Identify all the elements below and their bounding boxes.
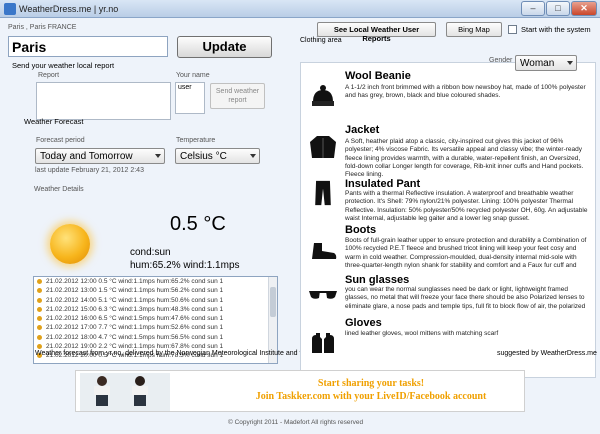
sun-icon <box>37 297 42 303</box>
sun-icon <box>37 334 42 340</box>
sun-icon <box>37 344 42 350</box>
city-input[interactable]: Paris <box>8 36 168 57</box>
humidity-wind-text: hum:65.2% wind:1.1mps <box>130 260 240 271</box>
update-button[interactable]: Update <box>177 36 272 58</box>
item-title: Insulated Pant <box>345 178 421 190</box>
list-item: 21.02.2012 14:00 5.1 °C wind:1.1mps hum:… <box>34 296 277 305</box>
temperature-unit-value: Celsius °C <box>180 151 227 162</box>
clothing-item: Wool Beanie A 1-1/2 inch front brimmed w… <box>300 70 596 118</box>
pant-icon <box>315 180 331 206</box>
clothing-item: Gloves lined leather gloves, wool mitten… <box>300 317 596 353</box>
report-section-title: Send your weather local report <box>12 61 115 70</box>
item-description: Boots of full-grain leather upper to ens… <box>345 237 587 269</box>
beanie-icon <box>312 85 334 106</box>
condition-text: cond:sun <box>130 247 171 258</box>
start-with-system-checkbox[interactable] <box>508 25 517 34</box>
forecast-section-title: Weather Forecast <box>24 117 84 126</box>
app-icon <box>4 3 16 15</box>
banner-text: Start sharing your tasks! Join Taskker.c… <box>226 377 516 403</box>
sun-icon <box>37 288 42 294</box>
scrollbar-thumb[interactable] <box>270 287 276 317</box>
clothing-area-label: Clothing area <box>300 37 342 44</box>
sun-icon <box>37 279 42 284</box>
chevron-down-icon <box>250 154 256 158</box>
item-title: Boots <box>345 224 377 236</box>
list-item: 21.02.2012 13:00 1.5 °C wind:1.1mps hum:… <box>34 286 277 295</box>
item-title: Sun glasses <box>345 274 410 286</box>
item-title: Gloves <box>345 317 382 329</box>
clothing-item: Sun glasses you can wear the normal sung… <box>300 274 596 316</box>
list-item: 21.02.2012 12:00 0.5 °C wind:1.1mps hum:… <box>34 277 277 286</box>
boot-icon <box>312 243 337 259</box>
forecast-period-value: Today and Tomorrow <box>40 151 133 162</box>
sun-icon <box>37 306 42 312</box>
item-description: A Soft, heather plaid atop a classic, ci… <box>345 138 584 179</box>
chevron-down-icon <box>155 154 161 158</box>
copyright-text: © Copyright 2011 - Madefort All rights r… <box>228 419 364 426</box>
gloves-icon <box>312 333 334 353</box>
period-label: Forecast period <box>36 137 85 144</box>
minimize-button[interactable]: – <box>521 1 545 16</box>
last-update-text: last update February 21, 2012 2:43 <box>35 167 144 174</box>
current-conditions: cond:sun hum:65.2% wind:1.1mps <box>130 246 240 272</box>
banner-line-1: Start sharing your tasks! <box>317 378 425 389</box>
user-reports-button[interactable]: See Local Weather User Reports <box>317 22 436 43</box>
item-title: Wool Beanie <box>345 70 411 82</box>
name-input[interactable]: user <box>175 82 205 114</box>
item-description: lined leather gloves, wool mittens with … <box>345 330 499 337</box>
send-report-button[interactable]: Send weather report <box>210 83 265 109</box>
location-label: Paris , Paris FRANCE <box>8 24 77 31</box>
window-title: WeatherDress.me | yr.no <box>19 4 119 14</box>
chevron-down-icon <box>567 61 573 65</box>
sun-icon <box>50 224 90 264</box>
gender-select[interactable]: Woman <box>515 55 577 71</box>
item-description: you can wear the normal sunglasses need … <box>345 286 586 310</box>
temperature-unit-label: Temperature <box>176 137 216 144</box>
suggested-by: suggested by WeatherDress.me <box>497 350 597 357</box>
app-client: Paris , Paris FRANCE Paris Update Send y… <box>0 18 600 434</box>
weather-details-label: Weather Details <box>34 186 84 193</box>
list-item: 21.02.2012 18:00 4.7 °C wind:1.5mps hum:… <box>34 333 277 342</box>
list-item: 21.02.2012 15:00 6.3 °C wind:1.3mps hum:… <box>34 305 277 314</box>
forecast-credit: Weather forecast from yr.no, delivered b… <box>35 350 310 357</box>
sun-icon <box>37 316 42 322</box>
item-description: Pants with a thermal Reflective insulati… <box>345 190 588 222</box>
clothing-item: Jacket A Soft, heather plaid atop a clas… <box>300 124 596 178</box>
forecast-period-select[interactable]: Today and Tomorrow <box>35 148 165 164</box>
banner-people-image <box>80 373 170 411</box>
bing-map-button[interactable]: Bing Map <box>446 22 502 37</box>
maximize-button[interactable]: □ <box>546 1 570 16</box>
clothing-item: Boots Boots of full-grain leather upper … <box>300 224 596 276</box>
close-button[interactable]: ✕ <box>571 1 597 16</box>
banner-line-2: Join Taskker.com with your LiveID/Facebo… <box>255 391 487 402</box>
list-item: 21.02.2012 17:00 7.7 °C wind:1.1mps hum:… <box>34 323 277 332</box>
start-with-system-label: Start with the system <box>521 25 591 34</box>
report-label: Report <box>38 72 60 79</box>
temperature-unit-select[interactable]: Celsius °C <box>175 148 260 164</box>
sunglasses-icon <box>309 291 337 299</box>
current-temperature: 0.5 °C <box>170 213 226 235</box>
ad-banner[interactable]: Start sharing your tasks! Join Taskker.c… <box>75 370 525 412</box>
title-bar: WeatherDress.me | yr.no – □ ✕ <box>0 0 600 18</box>
name-label: Your name <box>176 72 210 79</box>
item-description: A 1-1/2 inch front brimmed with a ribbon… <box>345 84 586 100</box>
jacket-icon <box>310 136 336 158</box>
sun-icon <box>37 325 42 331</box>
report-textarea[interactable] <box>36 82 171 120</box>
gender-value: Woman <box>520 58 555 69</box>
list-item: 21.02.2012 16:00 6.5 °C wind:1.5mps hum:… <box>34 314 277 323</box>
item-title: Jacket <box>345 124 380 136</box>
gender-label: Gender <box>489 57 513 64</box>
